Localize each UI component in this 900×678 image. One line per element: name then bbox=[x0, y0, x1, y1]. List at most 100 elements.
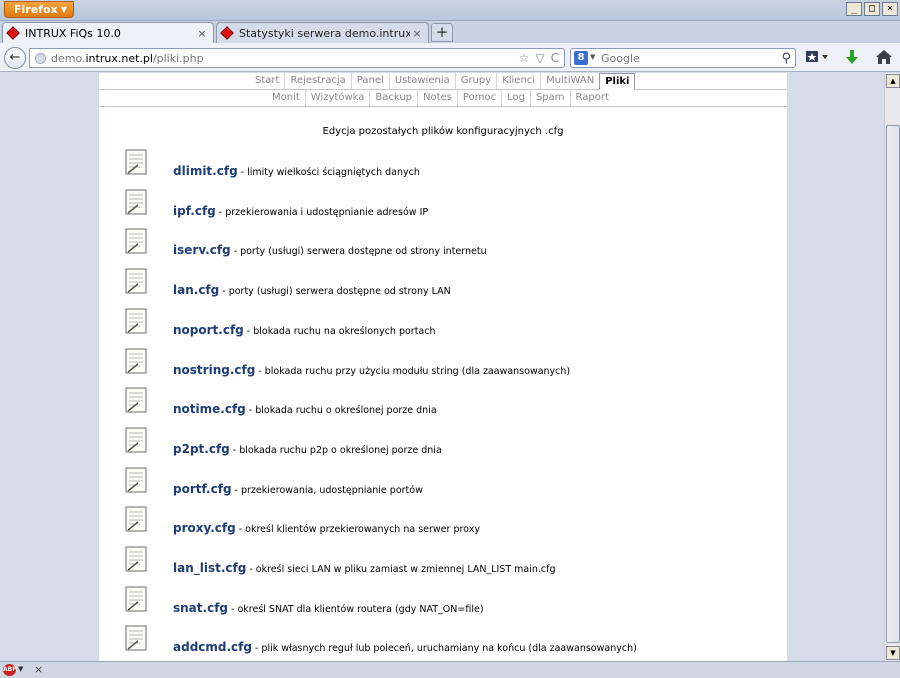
file-link[interactable]: dlimit.cfg - limity wielkości ściągniętyc… bbox=[173, 164, 420, 178]
back-button[interactable]: ← bbox=[4, 47, 26, 69]
scrollbar-thumb[interactable] bbox=[886, 125, 900, 643]
search-input[interactable] bbox=[601, 51, 771, 65]
intrux-favicon-icon bbox=[6, 26, 20, 40]
file-name[interactable]: lan.cfg bbox=[173, 283, 219, 297]
file-name[interactable]: dlimit.cfg bbox=[173, 164, 238, 178]
chevron-down-icon[interactable]: ▼ bbox=[18, 665, 23, 673]
file-description: - porty (usługi) serwera dostępne od str… bbox=[222, 286, 451, 298]
file-row: portf.cfg - przekierowania, udostępnianie… bbox=[125, 467, 775, 497]
submenu-item-raport[interactable]: Raport bbox=[569, 90, 614, 106]
file-name[interactable]: portf.cfg bbox=[173, 482, 232, 496]
file-link[interactable]: portf.cfg - przekierowania, udostępnianie… bbox=[173, 482, 423, 496]
firefox-menu-label: Firefox bbox=[14, 3, 58, 16]
scroll-up-arrow-icon[interactable]: ▲ bbox=[886, 74, 900, 88]
document-edit-icon[interactable] bbox=[125, 308, 147, 334]
document-edit-icon[interactable] bbox=[125, 467, 147, 493]
file-description: - blokada ruchu o określonej porze dnia bbox=[248, 405, 437, 417]
submenu-item-wizyt-wka[interactable]: Wizytówka bbox=[304, 90, 370, 106]
tab-label: INTRUX FiQs 10.0 bbox=[25, 26, 121, 40]
firefox-menu-button[interactable]: Firefox ▼ bbox=[4, 1, 74, 18]
submenu-item-backup[interactable]: Backup bbox=[369, 90, 417, 106]
file-name[interactable]: lan_list.cfg bbox=[173, 561, 246, 575]
file-name[interactable]: p2pt.cfg bbox=[173, 442, 230, 456]
reload-icon[interactable]: C bbox=[551, 51, 559, 65]
bookmarks-menu-icon[interactable] bbox=[805, 49, 831, 67]
menu-item-start[interactable]: Start bbox=[250, 73, 284, 89]
search-bar[interactable]: 8 ▼ ⚲ bbox=[570, 48, 796, 68]
menu-item-rejestracja[interactable]: Rejestracja bbox=[284, 73, 350, 89]
document-edit-icon[interactable] bbox=[125, 546, 147, 572]
menu-item-multiwan[interactable]: MultiWAN bbox=[540, 73, 599, 89]
file-name[interactable]: notime.cfg bbox=[173, 402, 246, 416]
download-arrow-icon[interactable] bbox=[843, 49, 861, 67]
tab-close-icon[interactable]: × bbox=[410, 27, 424, 40]
url-history-dropdown-icon[interactable]: ▽ bbox=[535, 51, 544, 65]
tab-intrux-fiqs[interactable]: INTRUX FiQs 10.0 × bbox=[2, 22, 214, 43]
minimize-button[interactable]: _ bbox=[846, 2, 862, 16]
file-row: ipf.cfg - przekierowania i udostępnianie … bbox=[125, 189, 775, 219]
vertical-scrollbar[interactable]: ▲ ▼ bbox=[884, 73, 900, 661]
file-link[interactable]: snat.cfg - określ SNAT dla klientów route… bbox=[173, 601, 484, 615]
document-edit-icon[interactable] bbox=[125, 268, 147, 294]
document-edit-icon[interactable] bbox=[125, 348, 147, 374]
maximize-button[interactable]: □ bbox=[864, 2, 880, 16]
chevron-down-icon[interactable]: ▼ bbox=[590, 53, 595, 61]
menu-item-ustawienia[interactable]: Ustawienia bbox=[388, 73, 455, 89]
home-icon[interactable] bbox=[874, 49, 894, 67]
scroll-down-arrow-icon[interactable]: ▼ bbox=[886, 646, 900, 660]
file-row: iserv.cfg - porty (usługi) serwera dostęp… bbox=[125, 228, 775, 258]
submenu-item-pomoc[interactable]: Pomoc bbox=[456, 90, 501, 106]
document-edit-icon[interactable] bbox=[125, 506, 147, 532]
file-row: p2pt.cfg - blokada ruchu p2p o określonej… bbox=[125, 427, 775, 457]
file-link[interactable]: lan_list.cfg - określ sieci LAN w pliku z… bbox=[173, 561, 556, 575]
file-name[interactable]: ipf.cfg bbox=[173, 204, 216, 218]
file-name[interactable]: addcmd.cfg bbox=[173, 640, 252, 654]
file-link[interactable]: proxy.cfg - określ klientów przekierowany… bbox=[173, 521, 480, 535]
document-edit-icon[interactable] bbox=[125, 427, 147, 453]
file-link[interactable]: p2pt.cfg - blokada ruchu p2p o określonej… bbox=[173, 442, 442, 456]
submenu-item-log[interactable]: Log bbox=[501, 90, 530, 106]
menu-item-pliki[interactable]: Pliki bbox=[599, 73, 636, 90]
tab-statystyki[interactable]: Statystyki serwera demo.intrux.net.pl × bbox=[216, 22, 429, 43]
submenu-item-notes[interactable]: Notes bbox=[417, 90, 457, 106]
close-icon[interactable]: × bbox=[34, 663, 43, 676]
document-edit-icon[interactable] bbox=[125, 189, 147, 215]
menu-item-grupy[interactable]: Grupy bbox=[454, 73, 496, 89]
file-name[interactable]: proxy.cfg bbox=[173, 521, 236, 535]
close-window-button[interactable]: × bbox=[882, 2, 898, 16]
search-icon[interactable]: ⚲ bbox=[781, 51, 791, 66]
document-edit-icon[interactable] bbox=[125, 149, 147, 175]
file-name[interactable]: iserv.cfg bbox=[173, 243, 231, 257]
document-edit-icon[interactable] bbox=[125, 387, 147, 413]
file-description: - limity wielkości ściągniętych danych bbox=[240, 167, 420, 178]
submenu-item-spam[interactable]: Spam bbox=[529, 90, 570, 106]
file-link[interactable]: iserv.cfg - porty (usługi) serwera dostęp… bbox=[173, 243, 487, 257]
file-name[interactable]: nostring.cfg bbox=[173, 363, 255, 377]
file-link[interactable]: notime.cfg - blokada ruchu o określonej p… bbox=[173, 402, 437, 416]
file-description: - przekierowania i udostępnianie adresów… bbox=[218, 206, 429, 218]
file-link[interactable]: noport.cfg - blokada ruchu na określonych… bbox=[173, 323, 436, 337]
file-name[interactable]: snat.cfg bbox=[173, 601, 228, 615]
menu-item-panel[interactable]: Panel bbox=[350, 73, 389, 89]
document-edit-icon[interactable] bbox=[125, 228, 147, 254]
search-engine-icon[interactable]: 8 bbox=[574, 51, 588, 65]
file-link[interactable]: ipf.cfg - przekierowania i udostępnianie … bbox=[173, 204, 428, 218]
menu-item-klienci[interactable]: Klienci bbox=[496, 73, 540, 89]
file-name[interactable]: noport.cfg bbox=[173, 323, 244, 337]
file-row: proxy.cfg - określ klientów przekierowany… bbox=[125, 506, 775, 536]
site-identity-icon[interactable] bbox=[35, 53, 46, 64]
file-link[interactable]: addcmd.cfg - plik własnych reguł lub pole… bbox=[173, 640, 637, 654]
url-bar[interactable]: demo.intrux.net.pl/pliki.php ☆ ▽ C bbox=[29, 48, 565, 68]
document-edit-icon[interactable] bbox=[125, 625, 147, 651]
main-menu-row: Start Rejestracja Panel Ustawienia Grupy Klie… bbox=[99, 73, 787, 90]
new-tab-button[interactable]: + bbox=[431, 23, 453, 42]
submenu-item-monit[interactable]: Monit bbox=[267, 90, 305, 106]
tab-close-icon[interactable]: × bbox=[195, 27, 209, 40]
bookmark-star-icon[interactable]: ☆ bbox=[519, 51, 530, 65]
document-edit-icon[interactable] bbox=[125, 586, 147, 612]
tab-strip: INTRUX FiQs 10.0 × Statystyki serwera de… bbox=[0, 21, 900, 43]
file-row: lan.cfg - porty (usługi) serwera dostępne… bbox=[125, 268, 775, 298]
adblock-plus-icon[interactable]: ABP bbox=[3, 664, 17, 676]
file-link[interactable]: lan.cfg - porty (usługi) serwera dostępne… bbox=[173, 283, 451, 297]
file-link[interactable]: nostring.cfg - blokada ruchu przy użyciu … bbox=[173, 363, 570, 377]
